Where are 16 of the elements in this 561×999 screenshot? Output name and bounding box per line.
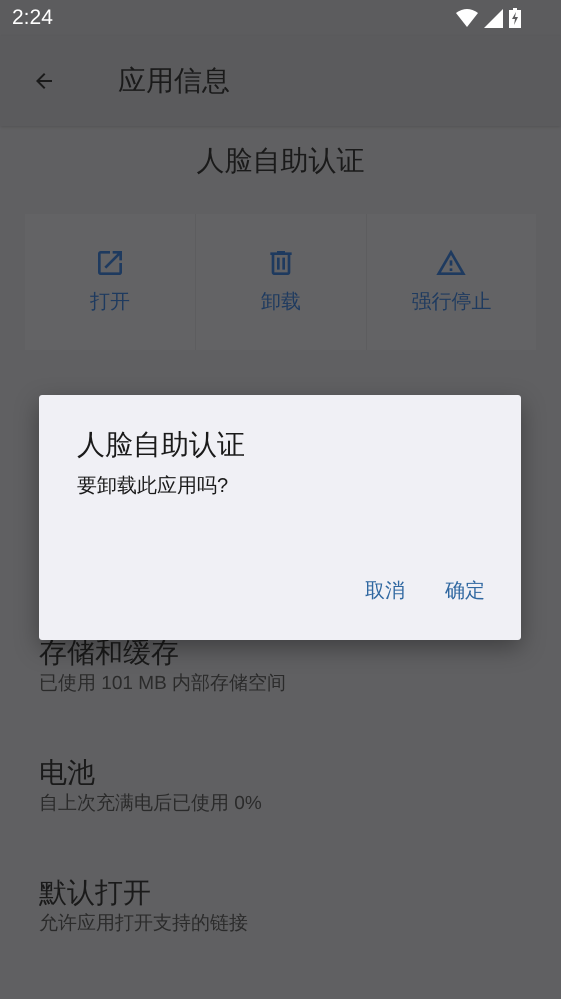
setting-subtitle: 自上次充满电后已使用 0% — [39, 792, 262, 816]
battery-charging-icon — [509, 8, 521, 28]
app-name: 人脸自助认证 — [196, 144, 364, 178]
setting-subtitle: 允许应用打开支持的链接 — [39, 912, 248, 936]
setting-title: 电池 — [39, 756, 95, 790]
dialog-title: 人脸自助认证 — [77, 428, 245, 462]
setting-title: 存储和缓存 — [39, 636, 179, 670]
signal-icon — [484, 8, 503, 28]
setting-title: 默认打开 — [39, 876, 151, 910]
dialog-button[interactable]: 取消 — [349, 568, 421, 614]
page-title: 应用信息 — [118, 64, 230, 98]
setting-subtitle: 已使用 101 MB 内部存储空间 — [39, 672, 286, 696]
wifi-icon — [456, 9, 478, 27]
dialog-message: 要卸载此应用吗? — [77, 474, 228, 499]
status-time: 2:24 — [12, 5, 53, 32]
dialog-button[interactable]: 确定 — [429, 568, 501, 614]
